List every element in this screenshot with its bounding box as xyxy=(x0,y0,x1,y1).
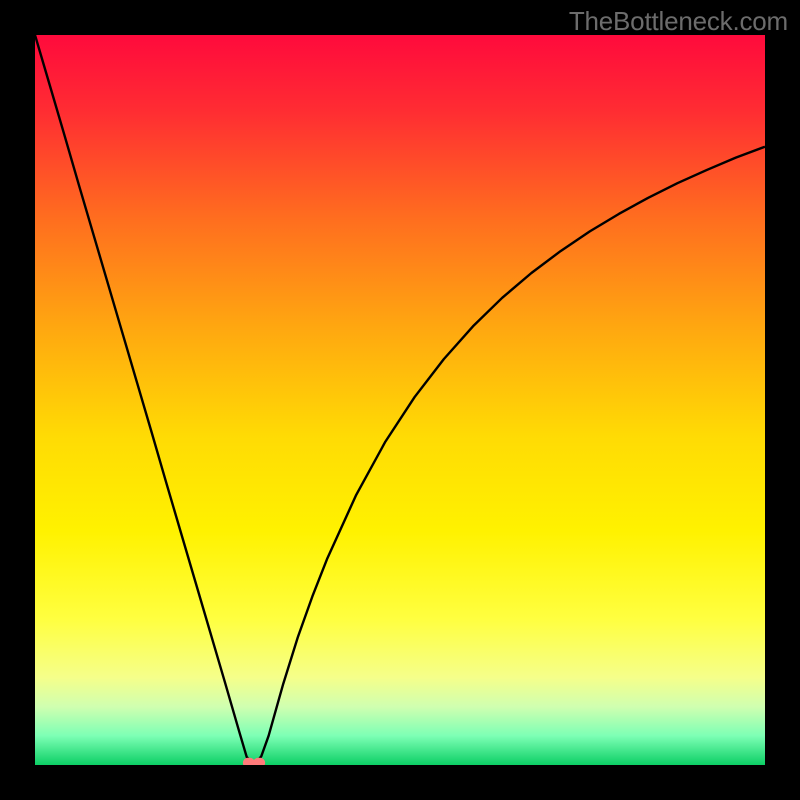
chart-frame: TheBottleneck.com xyxy=(0,0,800,800)
chart-plot-area xyxy=(35,35,765,765)
gradient-background xyxy=(35,35,765,765)
watermark-label: TheBottleneck.com xyxy=(569,6,788,37)
chart-svg xyxy=(35,35,765,765)
